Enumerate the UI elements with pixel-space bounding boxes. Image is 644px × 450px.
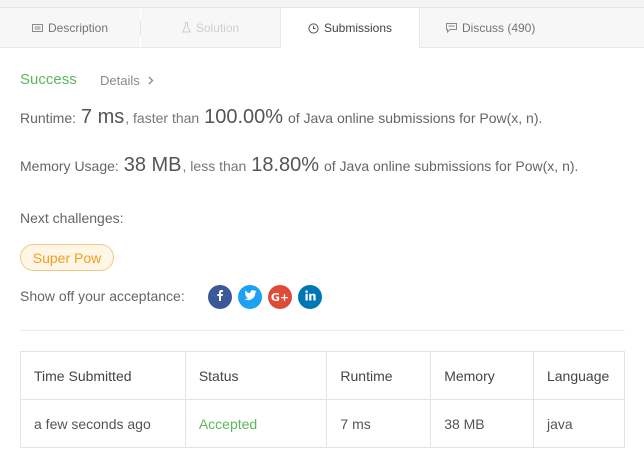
memory-compare: , less than — [182, 158, 247, 174]
tab-description[interactable]: Description — [0, 8, 140, 48]
memory-suffix: of Java online submissions for Pow(x, n)… — [323, 158, 579, 174]
tab-description-label: Description — [47, 20, 109, 35]
cell-memory: 38 MB — [430, 399, 534, 448]
column-header-time[interactable]: Time Submitted — [20, 351, 186, 400]
cell-runtime: 7 ms — [326, 399, 432, 448]
clock-icon — [308, 22, 319, 34]
column-header-language[interactable]: Language — [532, 351, 626, 400]
tab-solution: Solution — [141, 8, 280, 48]
runtime-compare: , faster than — [125, 110, 200, 126]
table-header-row: Time Submitted Status Runtime Memory Lan… — [20, 351, 626, 400]
cell-status-accepted-link[interactable]: Accepted — [184, 399, 328, 448]
tab-discuss[interactable]: Discuss (490) — [420, 8, 644, 48]
comment-icon — [446, 22, 457, 33]
problem-tabbar: Description Solution Submissions Discuss… — [0, 0, 644, 48]
flask-icon — [181, 22, 191, 33]
tab-submissions[interactable]: Submissions — [280, 8, 420, 48]
challenge-pill-super-pow[interactable]: Super Pow — [20, 244, 114, 271]
memory-label: Memory Usage: — [20, 158, 119, 174]
runtime-suffix: of Java online submissions for Pow(x, n)… — [287, 110, 543, 126]
twitter-share-button[interactable] — [238, 285, 262, 309]
facebook-share-button[interactable] — [208, 285, 232, 309]
cell-time-submitted: a few seconds ago — [20, 399, 186, 448]
runtime-value: 7 ms — [80, 106, 125, 128]
linkedin-share-button[interactable] — [298, 285, 322, 309]
tab-solution-label: Solution — [195, 20, 240, 35]
column-header-status[interactable]: Status — [184, 351, 328, 400]
details-link[interactable]: Details — [100, 73, 154, 88]
memory-stat: Memory Usage: 38 MB , less than 18.80% o… — [20, 154, 578, 177]
table-row: a few seconds ago Accepted 7 ms 38 MB ja… — [20, 399, 626, 448]
runtime-stat: Runtime: 7 ms , faster than 100.00% of J… — [20, 106, 542, 129]
column-header-runtime[interactable]: Runtime — [326, 351, 432, 400]
tabbar-top-strip — [0, 0, 644, 8]
memory-value: 38 MB — [123, 154, 182, 176]
next-challenges-label: Next challenges: — [20, 210, 124, 226]
google-plus-share-button[interactable]: G+ — [268, 285, 292, 309]
linkedin-icon — [304, 288, 316, 306]
facebook-icon — [214, 288, 226, 306]
google-plus-icon: G+ — [270, 290, 290, 304]
memory-percent: 18.80% — [251, 154, 320, 176]
details-label: Details — [100, 73, 140, 88]
runtime-label: Runtime: — [20, 110, 77, 126]
share-label: Show off your acceptance: — [20, 288, 185, 304]
section-divider — [20, 330, 625, 331]
cell-language: java — [532, 399, 626, 448]
runtime-percent: 100.00% — [204, 106, 284, 128]
submissions-table: Time Submitted Status Runtime Memory Lan… — [20, 351, 626, 448]
tab-submissions-label: Submissions — [323, 21, 393, 35]
twitter-icon — [244, 288, 257, 306]
tab-discuss-label: Discuss (490) — [462, 20, 536, 35]
result-status: Success — [20, 71, 77, 88]
column-header-memory[interactable]: Memory — [430, 351, 534, 400]
document-icon — [31, 23, 43, 33]
chevron-right-icon — [148, 76, 154, 85]
